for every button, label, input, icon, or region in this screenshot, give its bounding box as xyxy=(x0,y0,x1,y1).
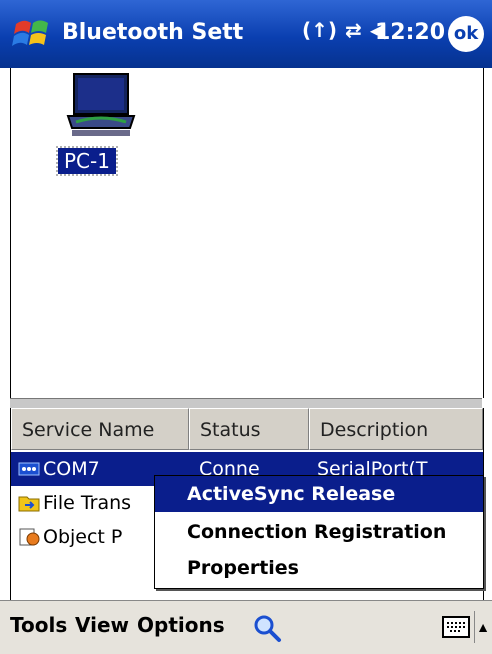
device-area: PC-1 xyxy=(10,68,484,398)
tools-menu[interactable]: Tools xyxy=(10,613,67,637)
menu-item-activesync-release[interactable]: ActiveSync Release xyxy=(155,476,483,512)
windows-start-icon[interactable] xyxy=(12,14,52,54)
title-bar: Bluetooth Sett (↑) ⇄ ◀ 12:20 ok xyxy=(0,0,492,68)
ok-button[interactable]: ok xyxy=(448,16,484,52)
context-menu: ActiveSync Release Connection Registrati… xyxy=(154,475,484,589)
bottom-menu-bar: Tools View Options ▲ xyxy=(0,600,492,654)
search-icon[interactable] xyxy=(252,613,282,643)
serial-port-icon xyxy=(18,462,40,476)
keyboard-icon[interactable] xyxy=(442,615,470,639)
app-title: Bluetooth Sett xyxy=(62,20,244,45)
clock[interactable]: 12:20 xyxy=(375,20,445,45)
device-item[interactable]: PC-1 xyxy=(56,72,146,182)
sync-icon[interactable]: ⇄ xyxy=(345,18,362,42)
column-header-description[interactable]: Description xyxy=(309,408,483,450)
signal-icon[interactable]: (↑) xyxy=(302,18,337,42)
menu-item-properties[interactable]: Properties xyxy=(155,550,483,586)
menu-item-connection-registration[interactable]: Connection Registration xyxy=(155,514,483,550)
options-menu[interactable]: Options xyxy=(137,613,225,637)
input-panel-arrow[interactable]: ▲ xyxy=(474,611,491,643)
view-menu[interactable]: View xyxy=(75,613,129,637)
laptop-icon xyxy=(66,73,136,136)
object-push-icon xyxy=(19,528,40,546)
column-header-status[interactable]: Status xyxy=(189,408,309,450)
device-label: PC-1 xyxy=(56,146,118,176)
column-header-service-name[interactable]: Service Name xyxy=(11,408,189,450)
file-transfer-icon xyxy=(18,496,40,512)
